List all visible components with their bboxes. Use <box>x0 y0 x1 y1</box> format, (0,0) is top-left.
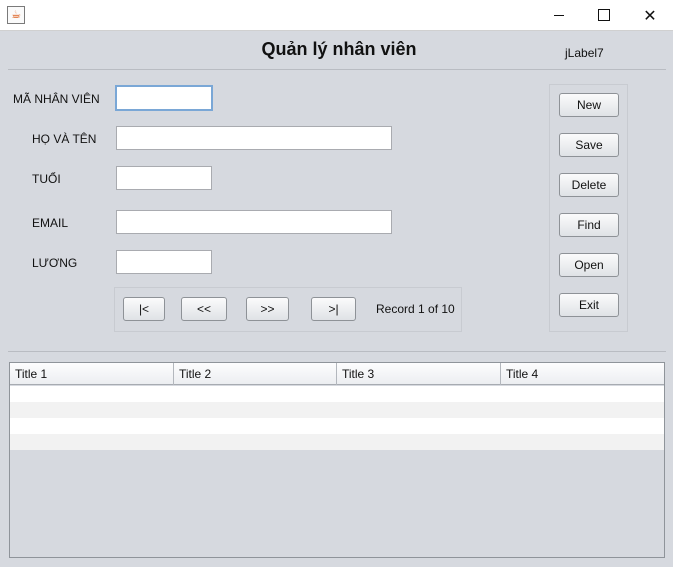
employee-table[interactable]: Title 1 Title 2 Title 3 Title 4 <box>9 362 665 558</box>
table-row[interactable] <box>10 402 664 418</box>
previous-record-button[interactable]: << <box>181 297 227 321</box>
exit-button[interactable]: Exit <box>559 293 619 317</box>
next-record-button[interactable]: >> <box>246 297 289 321</box>
minimize-icon <box>554 14 564 16</box>
column-header[interactable]: Title 1 <box>10 363 174 385</box>
email-label: EMAIL <box>32 216 69 230</box>
table-divider <box>8 351 666 352</box>
maximize-button[interactable] <box>581 0 627 30</box>
column-header[interactable]: Title 2 <box>174 363 337 385</box>
record-counter: Record 1 of 10 <box>376 302 455 316</box>
window-title-bar: ☕ ✕ <box>0 0 673 31</box>
side-label: jLabel7 <box>565 46 604 60</box>
table-row[interactable] <box>10 418 664 434</box>
table-header: Title 1 Title 2 Title 3 Title 4 <box>10 363 664 385</box>
java-coffee-icon: ☕ <box>7 6 25 24</box>
salary-field[interactable] <box>116 250 212 274</box>
employee-id-field[interactable] <box>115 85 213 111</box>
find-button[interactable]: Find <box>559 213 619 237</box>
new-button[interactable]: New <box>559 93 619 117</box>
full-name-field[interactable] <box>116 126 392 150</box>
open-button[interactable]: Open <box>559 253 619 277</box>
column-header[interactable]: Title 3 <box>337 363 501 385</box>
employee-id-label: MÃ NHÂN VIÊN <box>13 92 100 106</box>
table-row[interactable] <box>10 434 664 450</box>
close-icon: ✕ <box>643 5 657 25</box>
first-record-button[interactable]: |< <box>123 297 165 321</box>
age-label: TUỔI <box>32 172 61 186</box>
last-record-button[interactable]: >| <box>311 297 356 321</box>
age-field[interactable] <box>116 166 212 190</box>
email-field[interactable] <box>116 210 392 234</box>
save-button[interactable]: Save <box>559 133 619 157</box>
delete-button[interactable]: Delete <box>559 173 619 197</box>
header-divider <box>8 69 666 70</box>
close-button[interactable]: ✕ <box>627 0 673 30</box>
column-header[interactable]: Title 4 <box>501 363 664 385</box>
salary-label: LƯƠNG <box>32 256 78 270</box>
full-name-label: HỌ VÀ TÊN <box>32 132 97 146</box>
minimize-button[interactable] <box>536 0 582 30</box>
maximize-icon <box>598 9 610 21</box>
table-row[interactable] <box>10 386 664 402</box>
